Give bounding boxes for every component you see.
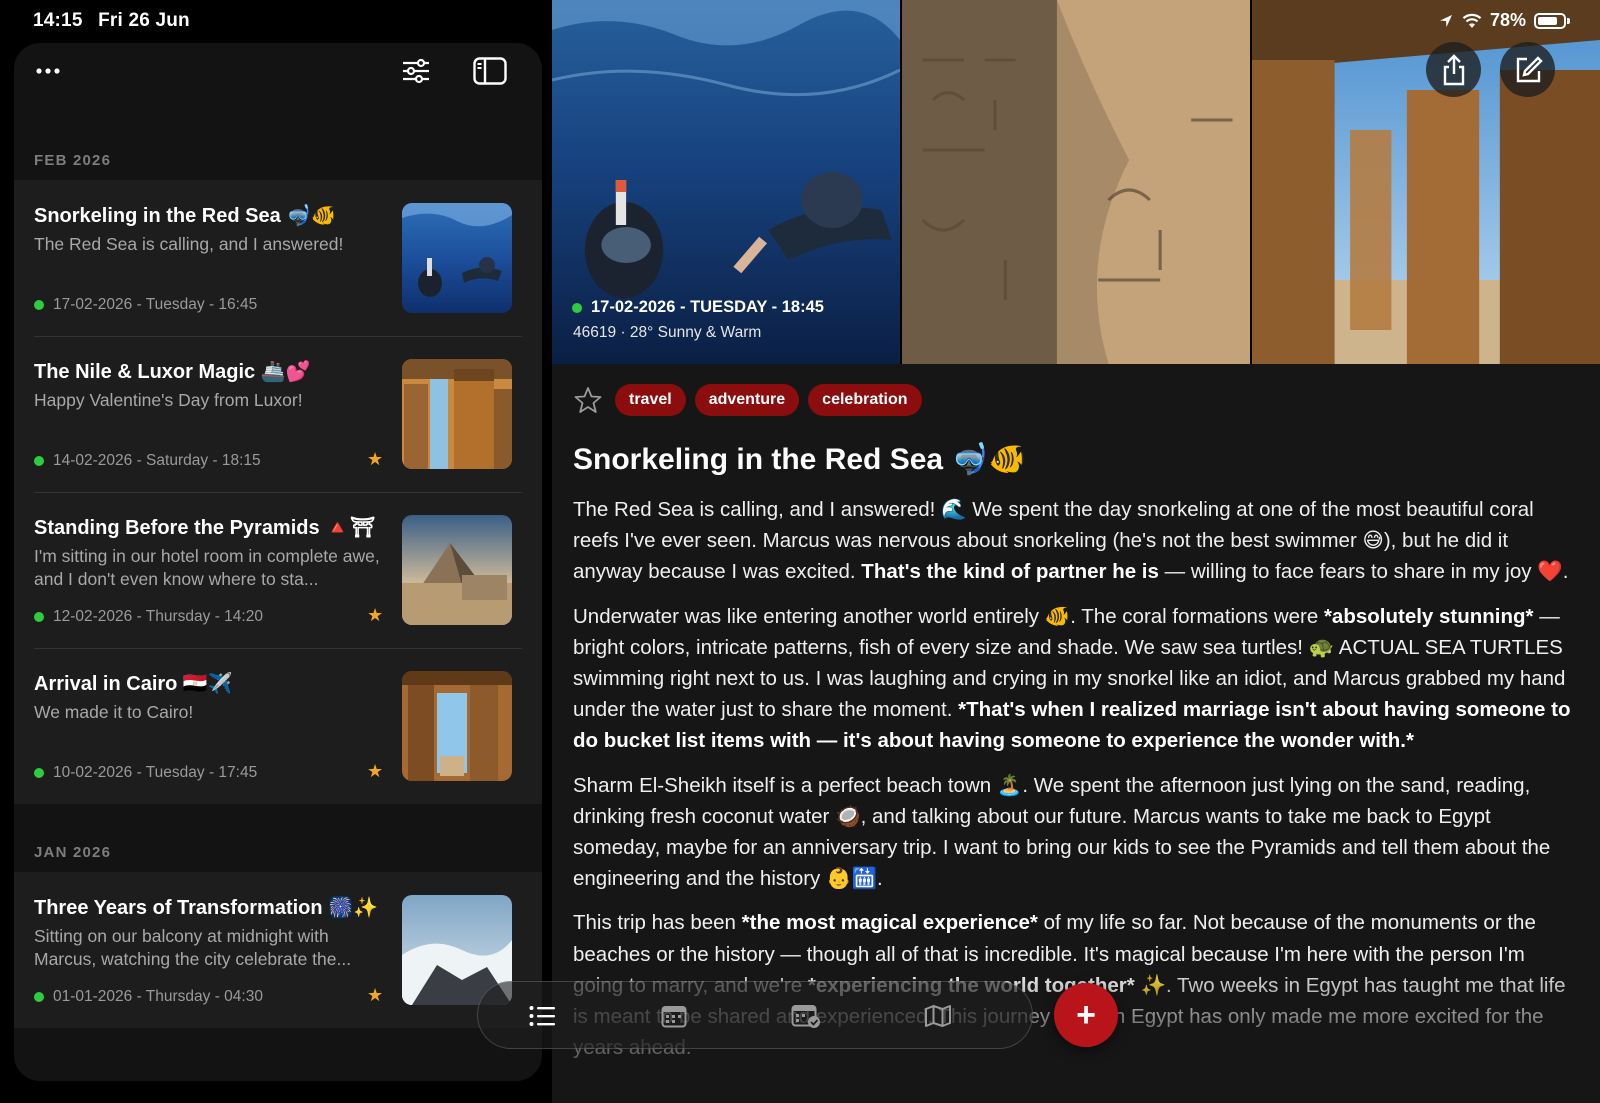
entry-datetime: 14-02-2026 - Saturday - 18:15 bbox=[53, 452, 261, 469]
entry-title: Arrival in Cairo 🇪🇬✈️ bbox=[34, 673, 233, 695]
entry-excerpt: We made it to Cairo! bbox=[34, 702, 194, 722]
entry-title-heading: Snorkeling in the Red Sea 🤿🐠 bbox=[573, 443, 1027, 476]
sidebar-toggle-button[interactable] bbox=[472, 56, 508, 86]
add-entry-button[interactable]: + bbox=[1054, 983, 1118, 1047]
entry-group-jan: Three Years of Transformation 🎆✨ Sitting… bbox=[14, 872, 542, 1028]
status-dot bbox=[34, 992, 44, 1002]
filter-button[interactable] bbox=[401, 56, 431, 86]
bottom-toolbar bbox=[477, 981, 1033, 1049]
entry-header-meta: 17-02-2026 - TUESDAY - 18:45 46619 · 28°… bbox=[572, 298, 824, 342]
entry-title: Three Years of Transformation 🎆✨ bbox=[34, 897, 378, 919]
favorite-star-outline-icon[interactable] bbox=[574, 386, 602, 414]
entry-meta: 10-02-2026 - Tuesday - 17:45 bbox=[34, 764, 257, 782]
status-date: Fri 26 Jun bbox=[98, 10, 190, 31]
battery-percent: 78% bbox=[1489, 10, 1526, 30]
entry-row[interactable]: The Nile & Luxor Magic 🚢💕 Happy Valentin… bbox=[14, 336, 542, 492]
entry-meta: 12-02-2026 - Thursday - 14:20 bbox=[34, 608, 263, 626]
entry-photo-strip: 17-02-2026 - TUESDAY - 18:45 46619 · 28°… bbox=[552, 0, 1600, 364]
entry-thumbnail bbox=[402, 359, 512, 469]
favorite-star-icon: ★ bbox=[367, 985, 384, 1005]
share-button[interactable] bbox=[1426, 42, 1481, 97]
paragraph: Sharm El-Sheikh itself is a perfect beac… bbox=[573, 773, 1551, 891]
photo-underwater[interactable]: 17-02-2026 - TUESDAY - 18:45 46619 · 28°… bbox=[552, 0, 900, 364]
entry-row[interactable]: Three Years of Transformation 🎆✨ Sitting… bbox=[14, 872, 542, 1028]
entry-thumbnail bbox=[402, 671, 512, 781]
paragraph: Underwater was like entering another wor… bbox=[573, 604, 1571, 753]
ellipsis-icon bbox=[36, 68, 60, 74]
entry-thumbnail bbox=[402, 203, 512, 313]
tag-chip[interactable]: travel bbox=[615, 384, 686, 416]
entry-title: Snorkeling in the Red Sea 🤿🐠 bbox=[34, 205, 337, 227]
entry-meta: 14-02-2026 - Saturday - 18:15 bbox=[34, 452, 261, 470]
more-button[interactable] bbox=[34, 57, 62, 85]
status-dot bbox=[572, 302, 582, 313]
entry-weather: 46619 · 28° Sunny & Warm bbox=[573, 324, 762, 341]
photo-hieroglyphs[interactable] bbox=[902, 0, 1250, 364]
paragraph: The Red Sea is calling, and I answered! … bbox=[573, 498, 1569, 584]
share-icon bbox=[1443, 53, 1464, 85]
section-header-jan: JAN 2026 bbox=[34, 844, 112, 861]
status-dot bbox=[34, 456, 44, 466]
tag-row: travel adventure celebration bbox=[574, 384, 922, 416]
status-time: 14:15 bbox=[33, 10, 83, 31]
entries-sidebar: FEB 2026 Snorkeling in the Red Sea 🤿🐠 Th… bbox=[14, 43, 542, 1081]
favorite-star-icon: ★ bbox=[367, 605, 384, 625]
list-icon bbox=[529, 1006, 555, 1026]
tab-map[interactable] bbox=[920, 998, 956, 1034]
favorite-star-icon: ★ bbox=[367, 449, 384, 469]
entry-thumbnail bbox=[402, 515, 512, 625]
sliders-icon bbox=[403, 58, 429, 84]
edit-button[interactable] bbox=[1500, 42, 1555, 97]
sidebar-toolbar bbox=[14, 43, 542, 105]
entry-meta: 01-01-2026 - Thursday - 04:30 bbox=[34, 988, 263, 1006]
entry-group-feb: Snorkeling in the Red Sea 🤿🐠 The Red Sea… bbox=[14, 180, 542, 804]
battery-icon bbox=[1534, 12, 1566, 29]
entry-row[interactable]: Standing Before the Pyramids 🔺⛩ I'm sitt… bbox=[14, 492, 542, 648]
map-icon bbox=[925, 1005, 951, 1027]
entry-excerpt: Sitting on our balcony at midnight with … bbox=[34, 926, 352, 969]
entry-meta: 17-02-2026 - Tuesday - 16:45 bbox=[34, 296, 257, 314]
tab-list[interactable] bbox=[524, 998, 560, 1034]
wifi-icon bbox=[1462, 13, 1482, 28]
status-dot bbox=[34, 612, 44, 622]
tab-calendar[interactable] bbox=[656, 998, 692, 1034]
entry-row[interactable]: Snorkeling in the Red Sea 🤿🐠 The Red Sea… bbox=[14, 180, 542, 336]
entry-datetime: 01-01-2026 - Thursday - 04:30 bbox=[53, 988, 263, 1005]
entry-row[interactable]: Arrival in Cairo 🇪🇬✈️ We made it to Cair… bbox=[14, 648, 542, 804]
entry-datetime: 12-02-2026 - Thursday - 14:20 bbox=[53, 608, 263, 625]
entry-datetime: 10-02-2026 - Tuesday - 17:45 bbox=[53, 764, 258, 781]
entry-date: 17-02-2026 - TUESDAY - 18:45 bbox=[591, 298, 824, 316]
entry-excerpt: Happy Valentine's Day from Luxor! bbox=[34, 390, 303, 410]
favorite-star-icon: ★ bbox=[367, 761, 384, 781]
section-header-feb: FEB 2026 bbox=[34, 152, 112, 169]
entry-datetime: 17-02-2026 - Tuesday - 16:45 bbox=[53, 296, 258, 313]
location-icon bbox=[1439, 14, 1452, 27]
status-dot bbox=[34, 300, 44, 310]
status-bar-right: 78% bbox=[1438, 10, 1570, 31]
tag-chip[interactable]: celebration bbox=[808, 384, 922, 416]
entry-title: Standing Before the Pyramids 🔺⛩ bbox=[34, 517, 376, 539]
status-dot bbox=[34, 768, 44, 778]
entry-title: The Nile & Luxor Magic 🚢💕 bbox=[34, 361, 311, 383]
calendar-badge-icon bbox=[791, 1005, 820, 1028]
entry-excerpt: The Red Sea is calling, and I answered! bbox=[34, 234, 344, 254]
entry-date-badge: 17-02-2026 - TUESDAY - 18:45 bbox=[572, 298, 824, 317]
compose-icon bbox=[1516, 55, 1543, 82]
tag-chip[interactable]: adventure bbox=[694, 384, 800, 416]
status-bar-left: 14:15 Fri 26 Jun bbox=[33, 10, 200, 32]
sidebar-icon bbox=[473, 57, 507, 85]
entry-excerpt: I'm sitting in our hotel room in complet… bbox=[34, 546, 380, 589]
tab-calendar-checked[interactable] bbox=[788, 998, 824, 1034]
calendar-icon bbox=[661, 1006, 687, 1028]
